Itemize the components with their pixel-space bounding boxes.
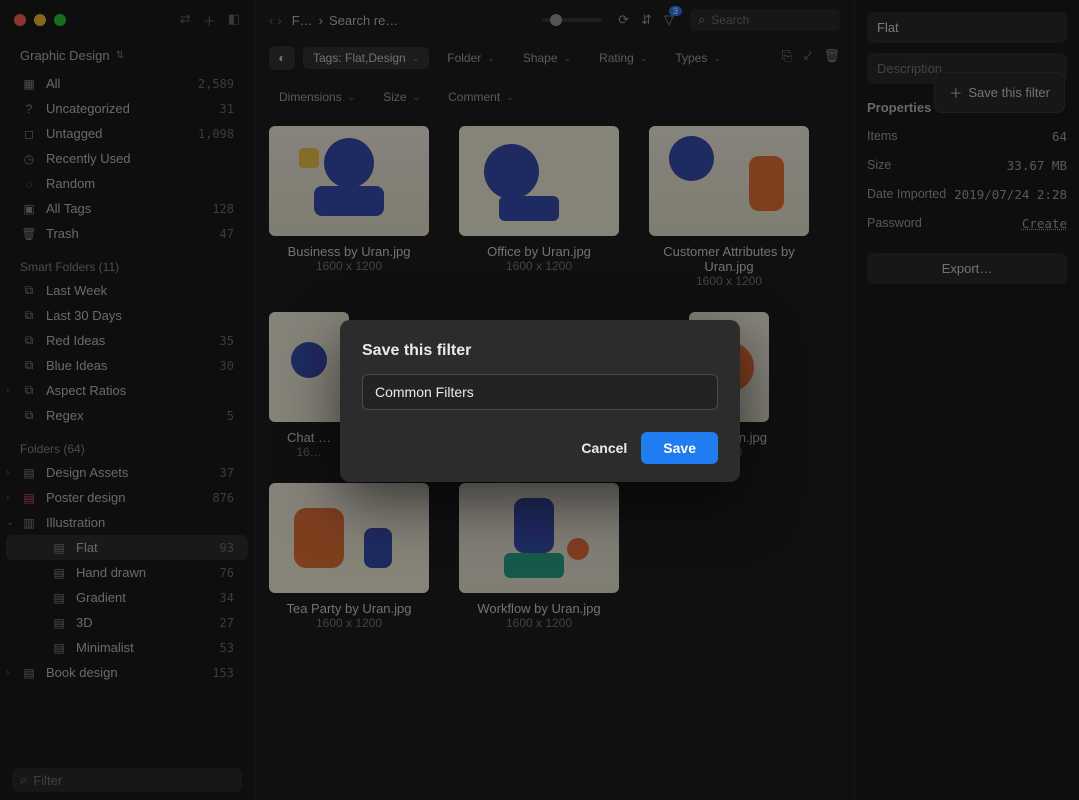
- modal-title: Save this filter: [362, 342, 718, 360]
- cancel-button[interactable]: Cancel: [581, 440, 627, 456]
- save-filter-modal: Save this filter Cancel Save: [340, 320, 740, 482]
- save-button[interactable]: Save: [641, 432, 718, 464]
- filter-name-input[interactable]: [362, 374, 718, 410]
